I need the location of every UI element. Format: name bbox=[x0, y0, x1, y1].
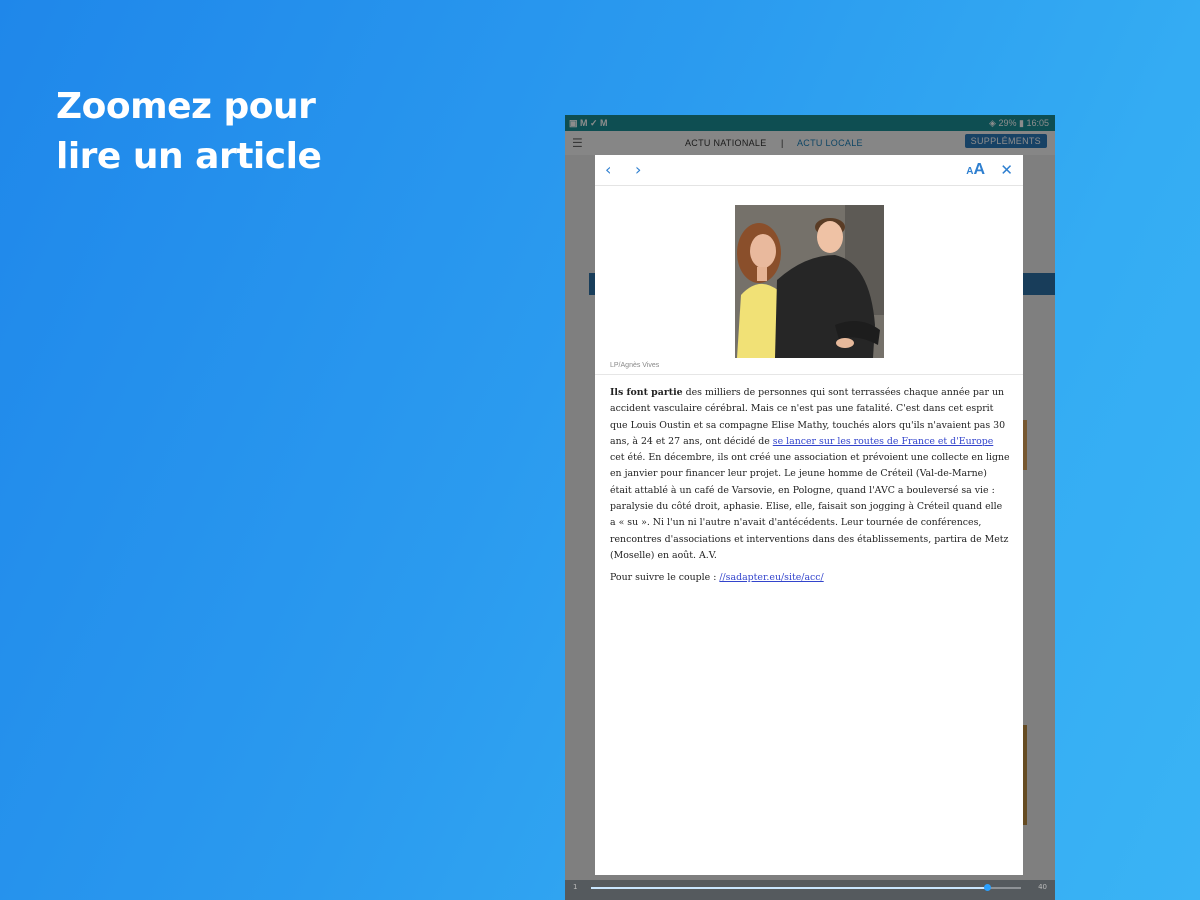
website-link[interactable]: //sadapter.eu/site/acc/ bbox=[719, 572, 823, 583]
headline-line-1: Zoomez pour bbox=[56, 86, 316, 127]
article-photo bbox=[735, 205, 884, 358]
photo-credit: LP/Agnès Vives bbox=[610, 362, 660, 369]
font-size-big: A bbox=[973, 161, 985, 178]
article-lead: Ils font partie bbox=[610, 387, 683, 398]
article-link[interactable]: se lancer sur les routes de France et d'… bbox=[773, 436, 994, 447]
close-icon[interactable]: ✕ bbox=[1000, 160, 1013, 180]
article-toolbar: ‹ › AA ✕ bbox=[595, 155, 1023, 186]
font-size-icon[interactable]: AA bbox=[966, 160, 985, 182]
paragraph-text: cet été. En décembre, ils ont créé une a… bbox=[610, 452, 1010, 561]
divider bbox=[595, 374, 1023, 375]
scrubber-fill bbox=[591, 887, 987, 889]
couple-photo-illustration bbox=[735, 205, 884, 358]
headline-line-2: lire un article bbox=[56, 136, 322, 177]
article-paragraph: Ils font partie des milliers de personne… bbox=[610, 385, 1010, 564]
article-body: Ils font partie des milliers de personne… bbox=[610, 385, 1010, 593]
article-paragraph: Pour suivre le couple : //sadapter.eu/si… bbox=[610, 570, 1010, 586]
tablet-screenshot: ▣ M ✓ M ◈ 29% ▮ 16:05 ☰ ACTU NATIONALE |… bbox=[565, 115, 1055, 900]
scrubber-handle[interactable] bbox=[983, 884, 991, 891]
paragraph-text: Pour suivre le couple : bbox=[610, 572, 720, 584]
chevron-left-icon[interactable]: ‹ bbox=[605, 160, 611, 180]
page-scrubber: 1 40 bbox=[565, 880, 1055, 900]
article-panel: ‹ › AA ✕ LP/Agnès Vives Ils font partie … bbox=[595, 155, 1023, 875]
chevron-right-icon[interactable]: › bbox=[635, 160, 641, 180]
promo-headline: Zoomez pour lire un article bbox=[56, 82, 476, 182]
page-start-label: 1 bbox=[573, 883, 578, 891]
page-end-label: 40 bbox=[1038, 883, 1047, 891]
